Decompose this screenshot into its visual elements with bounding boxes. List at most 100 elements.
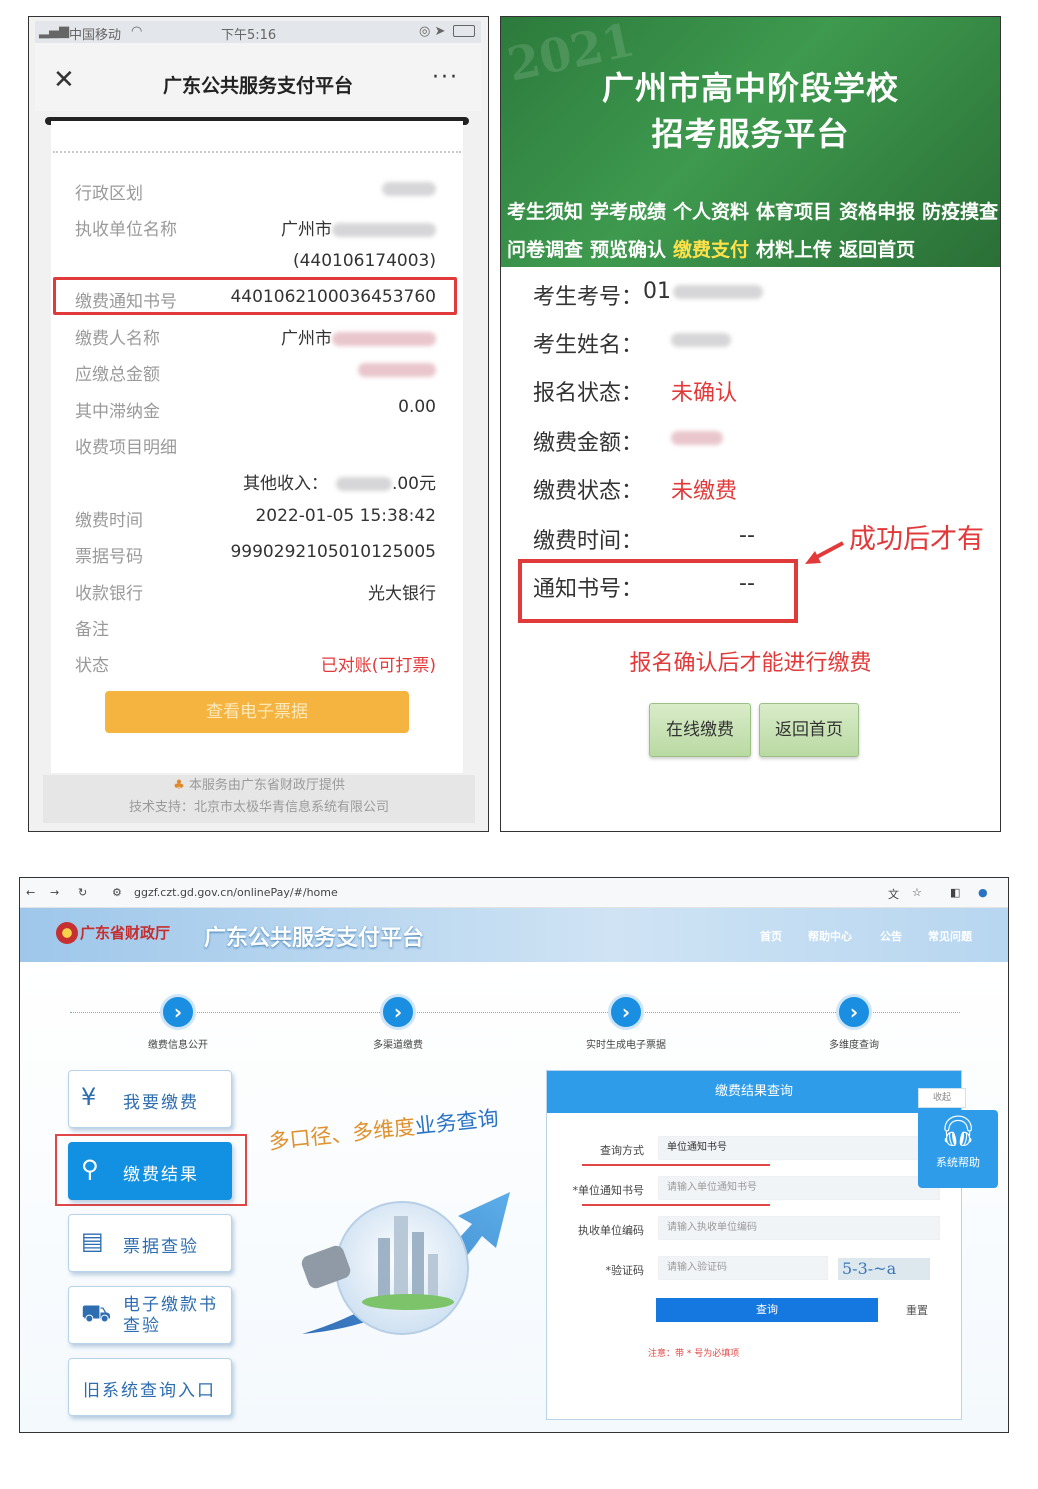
remark-label: 备注 [75, 620, 109, 640]
reset-button[interactable]: 重置 [906, 1302, 928, 1318]
headset-icon: 🎧︎ [938, 1114, 978, 1149]
step-label: 实时生成电子票据 [586, 1040, 666, 1051]
menu-item[interactable]: 问卷调查 [507, 239, 583, 261]
side-my-payment[interactable]: ¥ 我要缴费 [68, 1070, 232, 1128]
side-e-payment-verify[interactable]: ⛟ 电子缴款书查验 [68, 1286, 232, 1344]
menu-item[interactable]: 个人资料 [673, 201, 749, 223]
side-bill-verify[interactable]: ▤ 票据查验 [68, 1214, 232, 1272]
system-help-button[interactable]: 🎧︎ 系统帮助 [918, 1110, 998, 1188]
exam-no-value: 01 [643, 279, 763, 304]
yuan-hand-icon: ¥ [81, 1083, 97, 1111]
menu-row-2: 问卷调查 预览确认 缴费支付 材料上传 返回首页 [507, 235, 922, 262]
step-label: 多维度查询 [829, 1040, 879, 1051]
side-legacy-query[interactable]: 旧系统查询入口 [68, 1358, 232, 1416]
more-icon[interactable]: ··· [432, 65, 459, 90]
state-label: 状态 [75, 656, 109, 676]
sidepanel-icon[interactable]: ◧ [950, 886, 960, 899]
reg-status-value: 未确认 [671, 381, 738, 406]
annotation-text: 成功后才有 [849, 524, 984, 555]
bill-no-label: 票据号码 [75, 547, 143, 567]
bill-no-value: 9990292105010125005 [230, 542, 436, 562]
fold-button[interactable]: 收起 [918, 1088, 966, 1108]
menu-item[interactable]: 学考成绩 [590, 201, 666, 223]
payer-value: 广州市 [281, 324, 436, 349]
signal-icon: ▂▄▆ [39, 24, 69, 39]
site-settings-icon[interactable]: ⚙ [112, 886, 122, 899]
banner: 2021 广州市高中阶段学校 招考服务平台 考生须知 学考成绩 个人资料 体育项目 资格… [501, 17, 1000, 267]
online-pay-button[interactable]: 在线缴费 [649, 703, 751, 757]
back-home-button[interactable]: 返回首页 [759, 703, 859, 757]
bank-label: 收款银行 [75, 584, 143, 604]
step-arrow-icon: › [380, 994, 416, 1030]
amount-value [671, 425, 723, 450]
required-note: 注意：带 * 号为必填项 [648, 1349, 740, 1359]
nav-bar: ✕ 广东公共服务支付平台 ··· [35, 43, 481, 111]
footer: ♣ 本服务由广东省财政厅提供 技术支持：北京市太极华青信息系统有限公司 [43, 775, 475, 823]
bookmark-star-icon[interactable]: ☆ [912, 886, 922, 899]
dotted-divider [53, 151, 461, 153]
payment-receipt-phone: ▂▄▆ 中国移动 ◠ 下午5:16 ◎ ➤ ✕ 广东公共服务支付平台 ··· 行… [28, 16, 489, 832]
step-label: 缴费信息公开 [148, 1040, 208, 1051]
menu-item[interactable]: 体育项目 [756, 201, 832, 223]
captcha-input[interactable]: 请输入验证码 [658, 1256, 828, 1280]
highlight-underline [582, 1204, 770, 1206]
platform-title-line2: 招考服务平台 [651, 115, 850, 153]
translate-icon[interactable]: 文 [888, 886, 899, 902]
status-time: 下午5:16 [221, 28, 277, 43]
menu-item[interactable]: 考生须知 [507, 201, 583, 223]
menu-item[interactable]: 防疫摸查 [922, 201, 998, 223]
profile-icon[interactable]: ● [978, 886, 988, 899]
nav-home[interactable]: 首页 [760, 928, 782, 944]
org-logo: 广东省财政厅 [80, 924, 171, 942]
back-icon[interactable]: ← [26, 886, 35, 899]
bank-value: 光大银行 [368, 584, 436, 604]
payer-label: 缴费人名称 [75, 329, 160, 349]
nav-help-center[interactable]: 帮助中心 [808, 928, 852, 944]
pay-time-label: 缴费时间 [75, 511, 143, 531]
total-label: 应缴总金额 [75, 365, 160, 385]
wifi-icon: ◠ [131, 24, 143, 39]
notice-no-input[interactable]: 请输入单位通知书号 [658, 1176, 940, 1200]
status-bar: ▂▄▆ 中国移动 ◠ 下午5:16 ◎ ➤ [35, 21, 481, 43]
region-label: 行政区划 [75, 184, 143, 204]
query-button[interactable]: 查询 [656, 1298, 878, 1322]
document-search-icon: ▤ [81, 1227, 104, 1255]
browser-toolbar: ← → ↻ ⚙ ggzf.czt.gd.gov.cn/onlinePay/#/h… [20, 878, 1008, 908]
address-bar[interactable]: ggzf.czt.gd.gov.cn/onlinePay/#/home [134, 886, 338, 899]
unit-value: 广州市 [281, 215, 436, 240]
menu-item[interactable]: 资格申报 [839, 201, 915, 223]
reload-icon[interactable]: ↻ [78, 886, 87, 899]
captcha-image[interactable]: 5-3-~a [838, 1258, 930, 1280]
nav-faq[interactable]: 常见问题 [928, 928, 972, 944]
unit-code: (440106174003) [292, 251, 436, 271]
region-value [382, 179, 436, 199]
view-e-receipt-button[interactable]: 查看电子票据 [105, 691, 409, 733]
pay-status-value: 未缴费 [671, 479, 738, 504]
emblem-icon [56, 922, 78, 944]
menu-item[interactable]: 预览确认 [590, 239, 666, 261]
highlight-underline [582, 1164, 770, 1166]
notice-label: 缴费通知书号 [75, 292, 177, 312]
steps-line [70, 1012, 960, 1013]
payment-warning: 报名确认后才能进行缴费 [629, 651, 872, 676]
forward-icon[interactable]: → [50, 886, 59, 899]
menu-item[interactable]: 返回首页 [839, 239, 915, 261]
menu-item[interactable]: 材料上传 [756, 239, 832, 261]
page-title: 广东公共服务支付平台 [162, 75, 353, 97]
method-select[interactable]: 单位通知书号 [658, 1136, 940, 1160]
nav-notice[interactable]: 公告 [880, 928, 902, 944]
platform-title-line1: 广州市高中阶段学校 [601, 69, 899, 107]
step-arrow-icon: › [836, 994, 872, 1030]
captcha-label: *验证码 [605, 1264, 645, 1277]
emblem-icon: ♣ [173, 778, 189, 793]
truck-icon: ⛟ [81, 1299, 112, 1327]
platform-title: 广东公共服务支付平台 [204, 926, 425, 951]
total-value [358, 360, 436, 380]
unit-code-input[interactable]: 请输入执收单位编码 [658, 1216, 940, 1240]
annotation-arrow-icon [805, 541, 844, 564]
notice-no-label: *单位通知书号 [572, 1184, 645, 1197]
side-payment-result[interactable]: ⚲ 缴费结果 [68, 1142, 232, 1200]
notice-no-value: -- [739, 571, 755, 596]
menu-item-payment[interactable]: 缴费支付 [673, 239, 749, 261]
state-value: 已对账(可打票) [320, 656, 436, 676]
